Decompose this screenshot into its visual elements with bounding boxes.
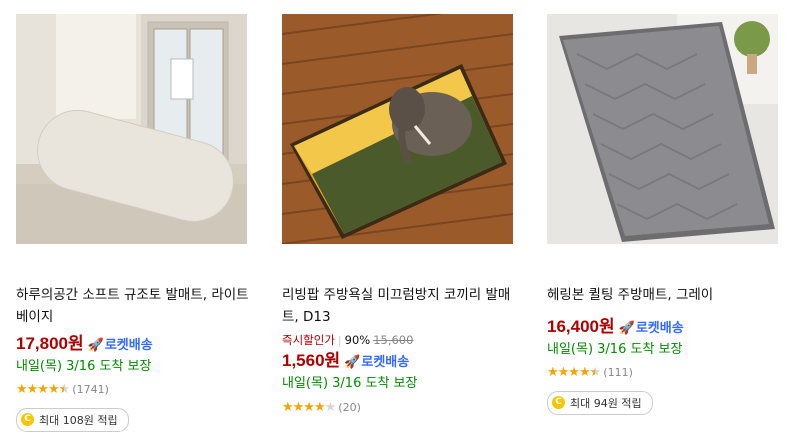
rocket-badge: 🚀로켓배송 bbox=[344, 354, 409, 369]
price-row: 17,800원 🚀로켓배송 bbox=[16, 329, 153, 354]
price-row: 16,400원 🚀로켓배송 bbox=[547, 312, 684, 337]
star-rating: ★★★★★ bbox=[282, 400, 336, 415]
price-row: 1,560원 🚀로켓배송 bbox=[282, 346, 409, 371]
product-card[interactable]: 리빙팝 주방욕실 미끄럼방지 코끼리 발매트, D13 즉시할인가 | 90% 15,… bbox=[282, 0, 522, 445]
rocket-badge: 🚀로켓배송 bbox=[619, 320, 684, 335]
rocket-label: 로켓배송 bbox=[104, 337, 153, 352]
rating-row: ★★★★★★(111) bbox=[547, 361, 633, 380]
delivery-info: 내일(목) 3/16 도착 보장 bbox=[16, 359, 152, 374]
delivery-info: 내일(목) 3/16 도착 보장 bbox=[282, 376, 418, 391]
product-image[interactable] bbox=[547, 14, 778, 244]
cashback-badge: C 최대 108원 적립 bbox=[16, 407, 129, 432]
cashback-text: 최대 94원 적립 bbox=[570, 396, 642, 410]
rocket-label: 로켓배송 bbox=[361, 354, 410, 369]
product-name[interactable]: 리빙팝 주방욕실 미끄럼방지 코끼리 발매트, D13 bbox=[282, 284, 517, 328]
sale-price: 16,400원 bbox=[547, 317, 615, 336]
cashback-row: C 최대 94원 적립 bbox=[547, 389, 653, 415]
rocket-icon: 🚀 bbox=[344, 354, 361, 369]
review-count: (111) bbox=[603, 366, 633, 379]
delivery-info: 내일(목) 3/16 도착 보장 bbox=[547, 342, 683, 357]
product-name[interactable]: 하루의공간 소프트 규조토 발매트, 라이트 베이지 bbox=[16, 284, 251, 328]
review-count: (20) bbox=[338, 401, 361, 414]
cashback-row: C 최대 108원 적립 bbox=[16, 406, 129, 432]
product-name[interactable]: 헤링본 퀼팅 주방매트, 그레이 bbox=[547, 284, 782, 306]
sale-price: 1,560원 bbox=[282, 351, 341, 370]
product-image[interactable] bbox=[16, 14, 247, 244]
star-rating: ★★★★★★ bbox=[547, 365, 601, 380]
product-image[interactable] bbox=[282, 14, 513, 244]
cashback-badge: C 최대 94원 적립 bbox=[547, 390, 653, 415]
coin-icon: C bbox=[552, 396, 565, 409]
rocket-icon: 🚀 bbox=[618, 320, 635, 335]
product-card[interactable]: 헤링본 퀼팅 주방매트, 그레이 16,400원 🚀로켓배송 내일(목) 3/16… bbox=[547, 0, 787, 445]
sale-price: 17,800원 bbox=[16, 334, 84, 353]
discount-rate: 90% bbox=[344, 333, 371, 347]
rocket-label: 로켓배송 bbox=[635, 320, 684, 335]
original-price: 15,600 bbox=[373, 333, 414, 347]
rocket-icon: 🚀 bbox=[87, 337, 104, 352]
review-count: (1741) bbox=[72, 383, 109, 396]
cashback-text: 최대 108원 적립 bbox=[39, 413, 118, 427]
rating-row: ★★★★★★(1741) bbox=[16, 378, 109, 397]
rocket-badge: 🚀로켓배송 bbox=[88, 337, 153, 352]
instant-discount-label: 즉시할인가 bbox=[282, 333, 335, 347]
coin-icon: C bbox=[21, 413, 34, 426]
star-rating: ★★★★★★ bbox=[16, 382, 70, 397]
product-card[interactable]: 하루의공간 소프트 규조토 발매트, 라이트 베이지 17,800원 🚀로켓배송 … bbox=[16, 0, 256, 445]
rating-row: ★★★★★ (20) bbox=[282, 396, 361, 415]
